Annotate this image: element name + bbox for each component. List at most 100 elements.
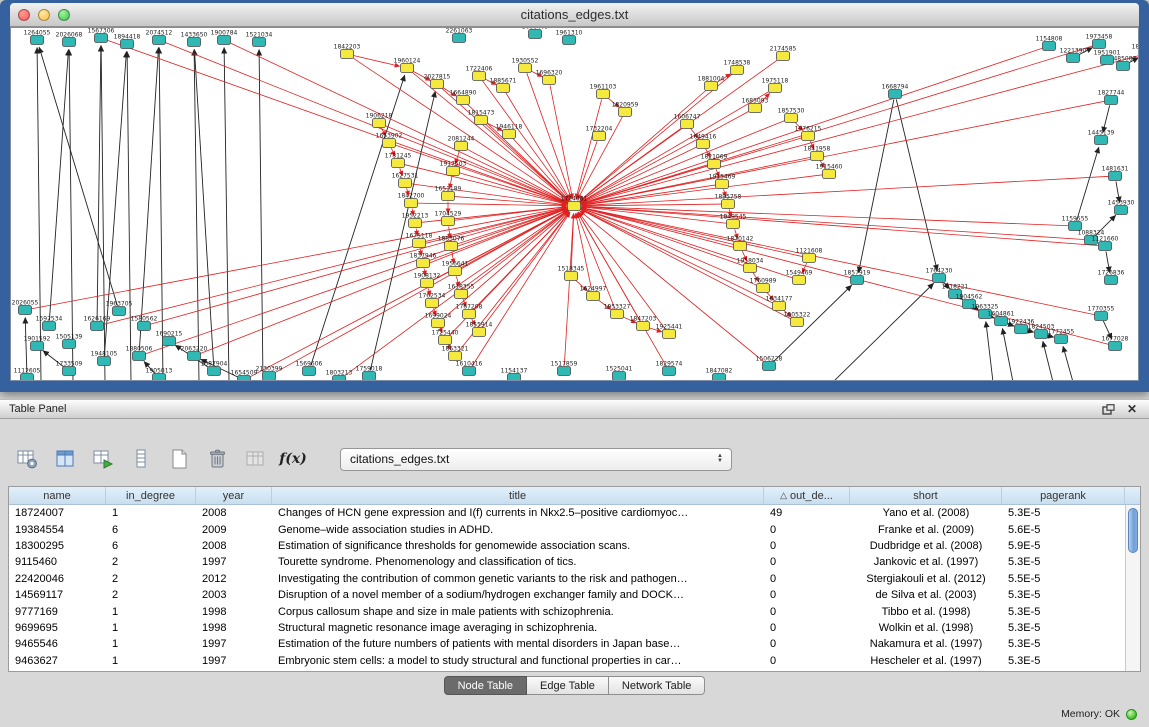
memory-status-icon[interactable] — [1126, 709, 1137, 720]
graph-node[interactable] — [303, 367, 316, 376]
table-row[interactable]: 977716911998Corpus callosum shape and si… — [9, 603, 1140, 619]
table-row[interactable]: 1830029562008Estimation of significance … — [9, 538, 1140, 554]
table-row[interactable]: 946362711997Embryonic stem cells: a mode… — [9, 653, 1140, 669]
graph-node[interactable] — [463, 367, 476, 376]
graph-node[interactable] — [463, 310, 476, 319]
graph-node[interactable] — [31, 342, 44, 351]
graph-node[interactable] — [727, 220, 740, 229]
graph-node[interactable] — [697, 140, 710, 149]
graph-edge[interactable] — [581, 120, 786, 203]
graph-node[interactable] — [1043, 42, 1056, 51]
graph-node[interactable] — [153, 36, 166, 45]
graph-node[interactable] — [1015, 325, 1028, 334]
graph-node[interactable] — [763, 362, 776, 371]
graph-edge[interactable] — [576, 213, 592, 290]
graph-node[interactable] — [558, 367, 571, 376]
graph-node[interactable] — [455, 142, 468, 151]
graph-node[interactable] — [823, 170, 836, 179]
graph-node[interactable] — [777, 52, 790, 61]
graph-node[interactable] — [803, 254, 816, 263]
graph-node[interactable] — [1095, 136, 1108, 145]
graph-node[interactable] — [681, 120, 694, 129]
column-header-out_de[interactable]: △out_de... — [764, 487, 850, 504]
graph-edge[interactable] — [564, 213, 573, 365]
graph-edge[interactable] — [144, 208, 567, 354]
graph-node[interactable] — [475, 116, 488, 125]
graph-node[interactable] — [421, 279, 434, 288]
tab-node-table[interactable]: Node Table — [444, 676, 527, 695]
graph-node[interactable] — [587, 292, 600, 301]
graph-node[interactable] — [253, 38, 266, 47]
graph-node[interactable] — [785, 114, 798, 123]
graph-edge[interactable] — [259, 49, 263, 381]
graph-node[interactable] — [442, 217, 455, 226]
graph-node[interactable] — [1095, 312, 1108, 321]
graph-node[interactable] — [722, 200, 735, 209]
graph-node[interactable] — [95, 34, 108, 43]
graph-edge[interactable] — [581, 46, 1094, 204]
graph-node[interactable] — [473, 72, 486, 81]
graph-node[interactable] — [749, 104, 762, 113]
graph-edge[interactable] — [106, 40, 567, 204]
graph-node[interactable] — [1067, 54, 1080, 63]
graph-edge[interactable] — [1077, 147, 1099, 221]
graph-edge[interactable] — [550, 85, 572, 198]
graph-edge[interactable] — [30, 207, 566, 309]
graph-edge[interactable] — [69, 49, 73, 381]
graph-node[interactable] — [138, 322, 151, 331]
vertical-scrollbar[interactable] — [1125, 505, 1140, 671]
graph-edge[interactable] — [577, 141, 598, 199]
graph-node[interactable] — [1105, 276, 1118, 285]
column-settings-icon[interactable] — [14, 446, 40, 472]
graph-node[interactable] — [757, 284, 770, 293]
window-titlebar[interactable]: citations_edges.txt — [10, 3, 1139, 27]
graph-node[interactable] — [933, 274, 946, 283]
graph-node[interactable] — [442, 192, 455, 201]
graph-node[interactable] — [432, 319, 445, 328]
graph-edge[interactable] — [576, 99, 602, 198]
graph-node[interactable] — [153, 374, 166, 382]
tab-edge-table[interactable]: Edge Table — [527, 676, 609, 695]
graph-edge[interactable] — [194, 49, 199, 381]
graph-node[interactable] — [383, 139, 396, 148]
graph-edge[interactable] — [896, 99, 937, 270]
graph-edge[interactable] — [581, 207, 1099, 246]
graph-edge[interactable] — [482, 212, 569, 328]
graph-node[interactable] — [457, 96, 470, 105]
graph-edge[interactable] — [580, 211, 765, 363]
graph-node[interactable] — [708, 160, 721, 169]
graph-node[interactable] — [163, 337, 176, 346]
graph-node[interactable] — [409, 219, 422, 228]
table-row[interactable]: 969969511998Structural magnetic resonanc… — [9, 620, 1140, 636]
graph-node[interactable] — [734, 242, 747, 251]
graph-node[interactable] — [113, 307, 126, 316]
table-selector-dropdown[interactable]: citations_edges.txt ▲▼ — [340, 448, 732, 471]
graph-node[interactable] — [791, 318, 804, 327]
graph-edge[interactable] — [581, 101, 1105, 204]
table-row[interactable]: 911546021997Tourette syndrome. Phenomeno… — [9, 554, 1140, 570]
graph-node[interactable] — [1105, 96, 1118, 105]
tab-network-table[interactable]: Network Table — [609, 676, 706, 695]
graph-edge[interactable] — [25, 317, 27, 372]
import-table-icon[interactable] — [90, 446, 116, 472]
graph-node[interactable] — [565, 272, 578, 281]
graph-edge[interactable] — [97, 45, 101, 320]
column-header-short[interactable]: short — [850, 487, 1002, 504]
table-row[interactable]: 1872400712008Changes of HCN gene express… — [9, 505, 1140, 521]
graph-node[interactable] — [449, 267, 462, 276]
graph-node[interactable] — [508, 374, 521, 382]
scrollbar-thumb[interactable] — [1128, 508, 1138, 553]
network-graph[interactable]: 1724061190621816539021781245162753118427… — [11, 28, 1139, 381]
table-row[interactable]: 946554611997Estimation of the future num… — [9, 636, 1140, 652]
graph-edge[interactable] — [986, 321, 993, 381]
graph-node[interactable] — [121, 40, 134, 49]
column-header-name[interactable]: name — [9, 487, 106, 504]
graph-edge[interactable] — [506, 93, 570, 200]
graph-node[interactable] — [995, 317, 1008, 326]
graph-node[interactable] — [663, 330, 676, 339]
graph-node[interactable] — [19, 306, 32, 315]
graph-node[interactable] — [1115, 206, 1128, 215]
graph-edge[interactable] — [127, 51, 131, 381]
graph-node[interactable] — [1139, 50, 1140, 59]
graph-node[interactable] — [503, 130, 516, 139]
